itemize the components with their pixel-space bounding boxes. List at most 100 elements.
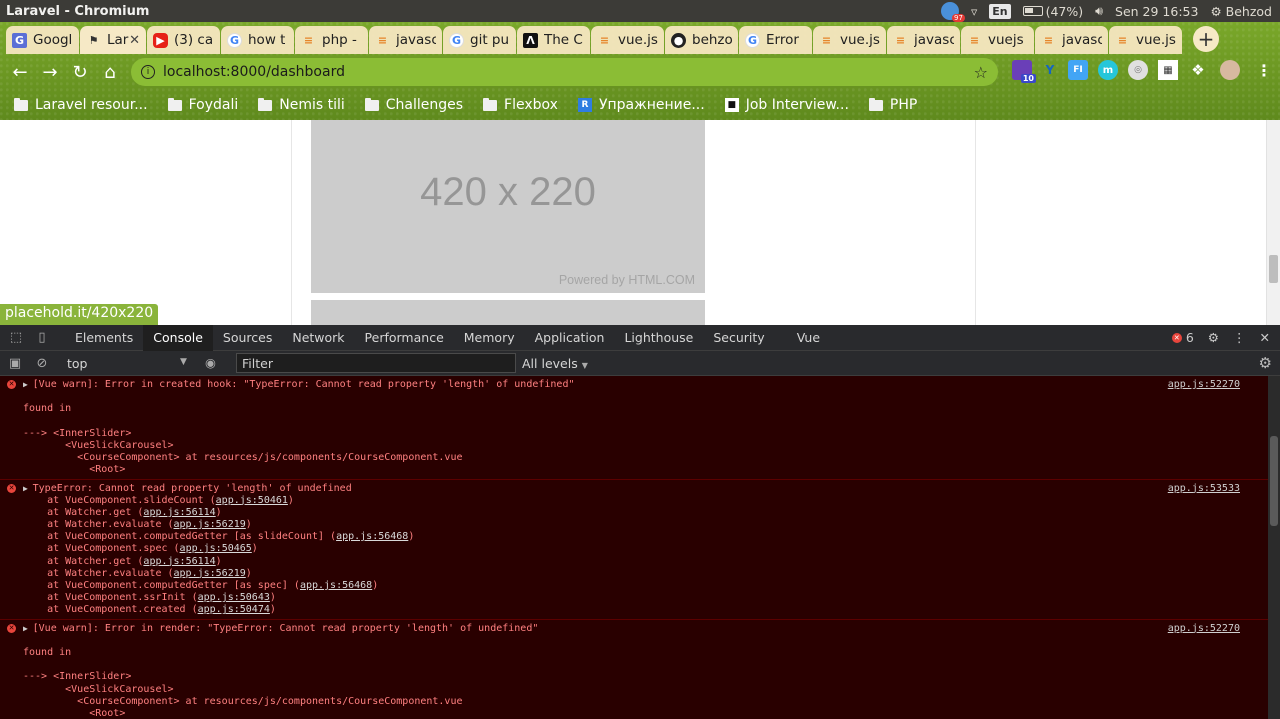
placeholder-image-2[interactable] [311,300,705,325]
devtools-tab-memory[interactable]: Memory [454,325,525,351]
devtools-tab-performance[interactable]: Performance [355,325,454,351]
stack-frame-link[interactable]: app.js:50474 [198,604,270,615]
browser-tab[interactable]: Ghow t [221,26,294,54]
bookmark-item[interactable]: Flexbox [483,97,558,113]
devtools-tab-security[interactable]: Security [703,325,774,351]
close-devtools-icon[interactable]: ✕ [1260,330,1270,345]
expand-triangle-icon[interactable]: ▶ [23,380,33,389]
device-toolbar-icon[interactable]: ▯ [29,330,55,345]
page-scrollbar[interactable] [1266,120,1280,325]
browser-tab[interactable]: ▶ (3) car [147,26,220,54]
browser-tab[interactable]: ≡ vue.js [1109,26,1182,54]
log-levels-label: All levels [522,356,578,371]
wifi-icon[interactable]: ▿ [971,4,977,19]
browser-tab[interactable]: ≡ vue.js [591,26,664,54]
site-info-icon[interactable]: i [141,65,155,79]
bookmark-item[interactable]: ■ Job Interview... [724,97,849,113]
m-extension-icon[interactable]: m [1098,60,1118,80]
devtools-tab-lighthouse[interactable]: Lighthouse [614,325,703,351]
clock[interactable]: Sen 29 16:53 [1115,4,1198,19]
expand-triangle-icon[interactable]: ▶ [23,624,33,633]
notification-icon[interactable]: 97 [940,2,965,22]
language-indicator[interactable]: En [989,3,1011,19]
volume-icon[interactable]: 🔊︎ [1095,3,1103,19]
devtools-tab-application[interactable]: Application [525,325,615,351]
bookmark-star-icon[interactable]: ☆ [974,63,988,82]
console-error-message[interactable]: ✕ app.js:52270 ▶ [Vue warn]: Error in rend… [0,619,1280,719]
console-line: at VueComponent.slideCount (app.js:50461… [0,495,1280,507]
bookmark-item[interactable]: Challenges [364,97,463,113]
console-settings-icon[interactable]: ⚙ [1259,354,1272,372]
clear-console-icon[interactable]: ⊘ [29,356,55,371]
fi-extension-icon[interactable]: FI [1068,60,1088,80]
bookmark-item[interactable]: Laravel resour... [14,97,148,113]
bookmark-item[interactable]: PHP [868,97,917,113]
circle-extension-icon[interactable]: ◎ [1128,60,1148,80]
console-scrollbar-thumb[interactable] [1270,436,1278,526]
user-menu[interactable]: ⚙ Behzod [1210,4,1272,19]
browser-menu-icon[interactable]: ⋮ [1254,60,1274,80]
console-error-message[interactable]: ✕ app.js:52270 ▶ [Vue warn]: Error in crea… [0,376,1280,480]
bookmark-item[interactable]: R Упражнение... [577,97,705,113]
address-bar[interactable]: i localhost:8000/dashboard ☆ [131,58,998,86]
browser-tab[interactable]: ● behzo [665,26,738,54]
placeholder-image[interactable]: 420 x 220 Powered by HTML.COM [311,120,705,293]
browser-tab[interactable]: ≡ javasc [1035,26,1108,54]
sidebar-toggle-icon[interactable]: ▣ [2,356,28,371]
stack-frame-link[interactable]: app.js:50465 [180,543,252,554]
error-counter[interactable]: ✕ 6 [1171,330,1194,345]
battery-indicator[interactable]: (47%) [1022,4,1083,19]
browser-tab[interactable]: G Error [739,26,812,54]
settings-gear-icon[interactable]: ⚙ [1208,330,1219,345]
browser-tab[interactable]: ≡ vue.js [813,26,886,54]
stack-frame-link[interactable]: app.js:56114 [143,507,215,518]
browser-tab[interactable]: ≡ javasc [369,26,442,54]
inspect-element-icon[interactable]: ⬚ [3,330,29,345]
extension-hat-icon[interactable]: 10 [1012,60,1036,83]
context-selector[interactable]: top [67,356,87,371]
devtools-tab-vue[interactable]: Vue [787,325,830,351]
extensions-puzzle-icon[interactable]: ❖ [1188,60,1208,80]
console-error-message[interactable]: ✕ app.js:53533 ▶ TypeError: Cannot read pr… [0,479,1280,620]
browser-tab[interactable]: ≡ vuejs [961,26,1034,54]
context-dropdown-icon[interactable]: ▼ [180,357,187,367]
close-tab-icon[interactable]: ✕ [129,33,140,48]
browser-tab[interactable]: ≡ php - l [295,26,368,54]
home-icon[interactable]: ⌂ [95,62,125,83]
expand-triangle-icon[interactable]: ▶ [23,484,33,493]
console-scrollbar[interactable] [1268,376,1280,719]
browser-tab[interactable]: G Google [6,26,79,54]
bookmark-item[interactable]: Foydali [167,97,238,113]
stack-frame-link[interactable]: app.js:50643 [198,592,270,603]
devtools-tab-elements[interactable]: Elements [65,325,143,351]
devtools-tab-sources[interactable]: Sources [213,325,282,351]
stack-frame-link[interactable]: app.js:56114 [143,556,215,567]
devtools-menu-icon[interactable]: ⋮ [1233,330,1246,345]
source-link[interactable]: app.js:52270 [1168,379,1240,390]
stack-frame-link[interactable]: app.js:56219 [174,568,246,579]
profile-avatar[interactable] [1220,60,1240,80]
browser-tab[interactable]: Λ The C [517,26,590,54]
browser-tab[interactable]: ⚑ Laravel✕ [80,26,146,54]
source-link[interactable]: app.js:53533 [1168,483,1240,494]
new-tab-plus-icon[interactable]: + [1193,26,1219,52]
log-levels-dropdown[interactable]: All levels ▼ [522,356,588,371]
devtools-tab-console[interactable]: Console [143,324,213,351]
browser-tab[interactable]: ≡ javasc [887,26,960,54]
stack-frame-link[interactable]: app.js:50461 [216,495,288,506]
back-arrow-icon[interactable]: ← [5,62,35,83]
stack-frame-link[interactable]: app.js:56468 [336,531,408,542]
reload-icon[interactable]: ↻ [65,62,95,83]
stack-frame-link[interactable]: app.js:56468 [300,580,372,591]
source-link[interactable]: app.js:52270 [1168,623,1240,634]
stack-frame-link[interactable]: app.js:56219 [174,519,246,530]
live-expression-eye-icon[interactable]: ◉ [205,355,216,370]
devtools-tab-network[interactable]: Network [282,325,354,351]
page-scrollbar-thumb[interactable] [1269,255,1278,283]
console-filter-input[interactable] [236,353,516,373]
qr-code-icon[interactable]: ▦ [1158,60,1178,80]
yandex-extension-icon[interactable]: Y [1040,60,1060,80]
forward-arrow-icon[interactable]: → [35,62,65,83]
bookmark-item[interactable]: Nemis tili [258,97,345,113]
browser-tab[interactable]: Ggit pu [443,26,516,54]
